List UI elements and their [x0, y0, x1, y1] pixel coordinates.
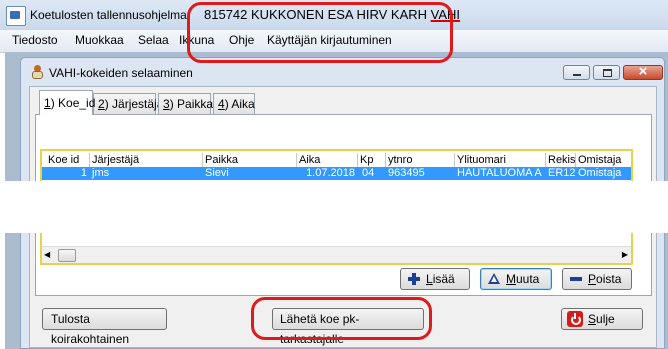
print-per-dog-button[interactable]: Tulosta koirakohtainen — [42, 308, 167, 346]
annotation-oval — [187, 2, 453, 63]
app-icon — [6, 6, 26, 26]
close-hotkey: S — [588, 312, 597, 326]
horizontal-scrollbar[interactable]: ◀ ▶ — [42, 246, 631, 263]
add-hotkey: L — [426, 272, 433, 286]
tab-label: ) Koe_id — [50, 96, 96, 110]
close-label: ulje — [596, 312, 615, 326]
col-paikka[interactable]: Paikka — [203, 153, 297, 167]
col-ylituomari[interactable]: Ylituomari — [455, 153, 546, 167]
cell-paikka: Sievi — [205, 167, 229, 179]
tab-hotkey: 4 — [218, 97, 225, 111]
tab-hotkey: 2 — [98, 97, 105, 111]
cell-omistaja: Omistaja — [578, 167, 622, 179]
cell-rekis: ER12 — [548, 167, 576, 179]
col-omistaja[interactable]: Omistaja — [576, 153, 631, 167]
close-window-button[interactable] — [623, 63, 663, 80]
scroll-thumb[interactable] — [58, 249, 76, 262]
tab-aika[interactable]: 4) Aika — [213, 93, 255, 114]
add-label: isää — [432, 272, 455, 286]
add-button[interactable]: Lisää — [400, 268, 470, 290]
app-title: Koetulosten tallennusohjelma — [30, 8, 187, 22]
scroll-left-icon[interactable]: ◀ — [44, 250, 50, 259]
cell-jarjestaja: jms — [92, 167, 110, 179]
cell-kp: 04 — [362, 167, 375, 179]
maximize-button[interactable] — [593, 65, 620, 80]
triangle-icon — [488, 273, 500, 284]
delete-label: oista — [596, 272, 622, 286]
print-per-dog-label: Tulosta koirakohtainen — [51, 312, 130, 346]
tab-hotkey: 1 — [44, 96, 51, 110]
col-ytnro[interactable]: ytnro — [386, 153, 455, 167]
minimize-button[interactable] — [563, 65, 590, 80]
tab-koe-id[interactable]: 1) Koe_id — [39, 90, 96, 115]
minus-icon — [570, 277, 582, 281]
child-window-title: VAHI-kokeiden selaaminen — [49, 66, 193, 80]
tab-label: ) Järjestäjä — [104, 97, 164, 111]
menu-selaa[interactable]: Selaa — [138, 33, 169, 47]
tab-paikka[interactable]: 3) Paikka — [158, 93, 214, 114]
delete-hotkey: P — [588, 272, 597, 286]
edit-hotkey: M — [506, 272, 516, 286]
cell-ytnro: 963495 — [388, 167, 425, 179]
scroll-right-icon[interactable]: ▶ — [622, 250, 628, 259]
annotation-oval — [251, 297, 432, 340]
menu-muokkaa[interactable]: Muokkaa — [75, 33, 124, 47]
delete-button[interactable]: Poista — [562, 268, 632, 290]
blank-band — [0, 181, 668, 233]
tab-hotkey: 3 — [163, 97, 170, 111]
cell-koe-id: 1 — [80, 167, 87, 179]
tab-jarjestaja[interactable]: 2) Järjestäjä — [93, 93, 163, 114]
tab-label: ) Aika — [224, 97, 255, 111]
edit-label: uuta — [516, 272, 540, 286]
edit-button[interactable]: Muuta — [480, 268, 552, 290]
cell-ylituomari: HAUTALUOMA A — [457, 167, 542, 179]
plus-icon — [408, 273, 420, 285]
col-aika[interactable]: Aika — [297, 153, 358, 167]
close-button[interactable]: Sulje — [561, 308, 643, 330]
tab-label: ) Paikka — [169, 97, 214, 111]
cell-aika: 1.07.2018 — [306, 167, 355, 179]
col-koe-id[interactable]: Koe id — [46, 153, 90, 167]
power-icon — [567, 311, 583, 327]
grid-header: Koe id Järjestäjä Paikka Aika Kp ytnro Y… — [42, 153, 631, 167]
menu-tiedosto[interactable]: Tiedosto — [12, 33, 58, 47]
table-row[interactable]: 1 jms Sievi 1.07.2018 04 963495 HAUTALUO… — [42, 167, 631, 180]
dog-icon — [31, 65, 44, 79]
col-jarjestaja[interactable]: Järjestäjä — [90, 153, 203, 167]
col-kp[interactable]: Kp — [358, 153, 386, 167]
col-rekis[interactable]: Rekis — [546, 153, 576, 167]
